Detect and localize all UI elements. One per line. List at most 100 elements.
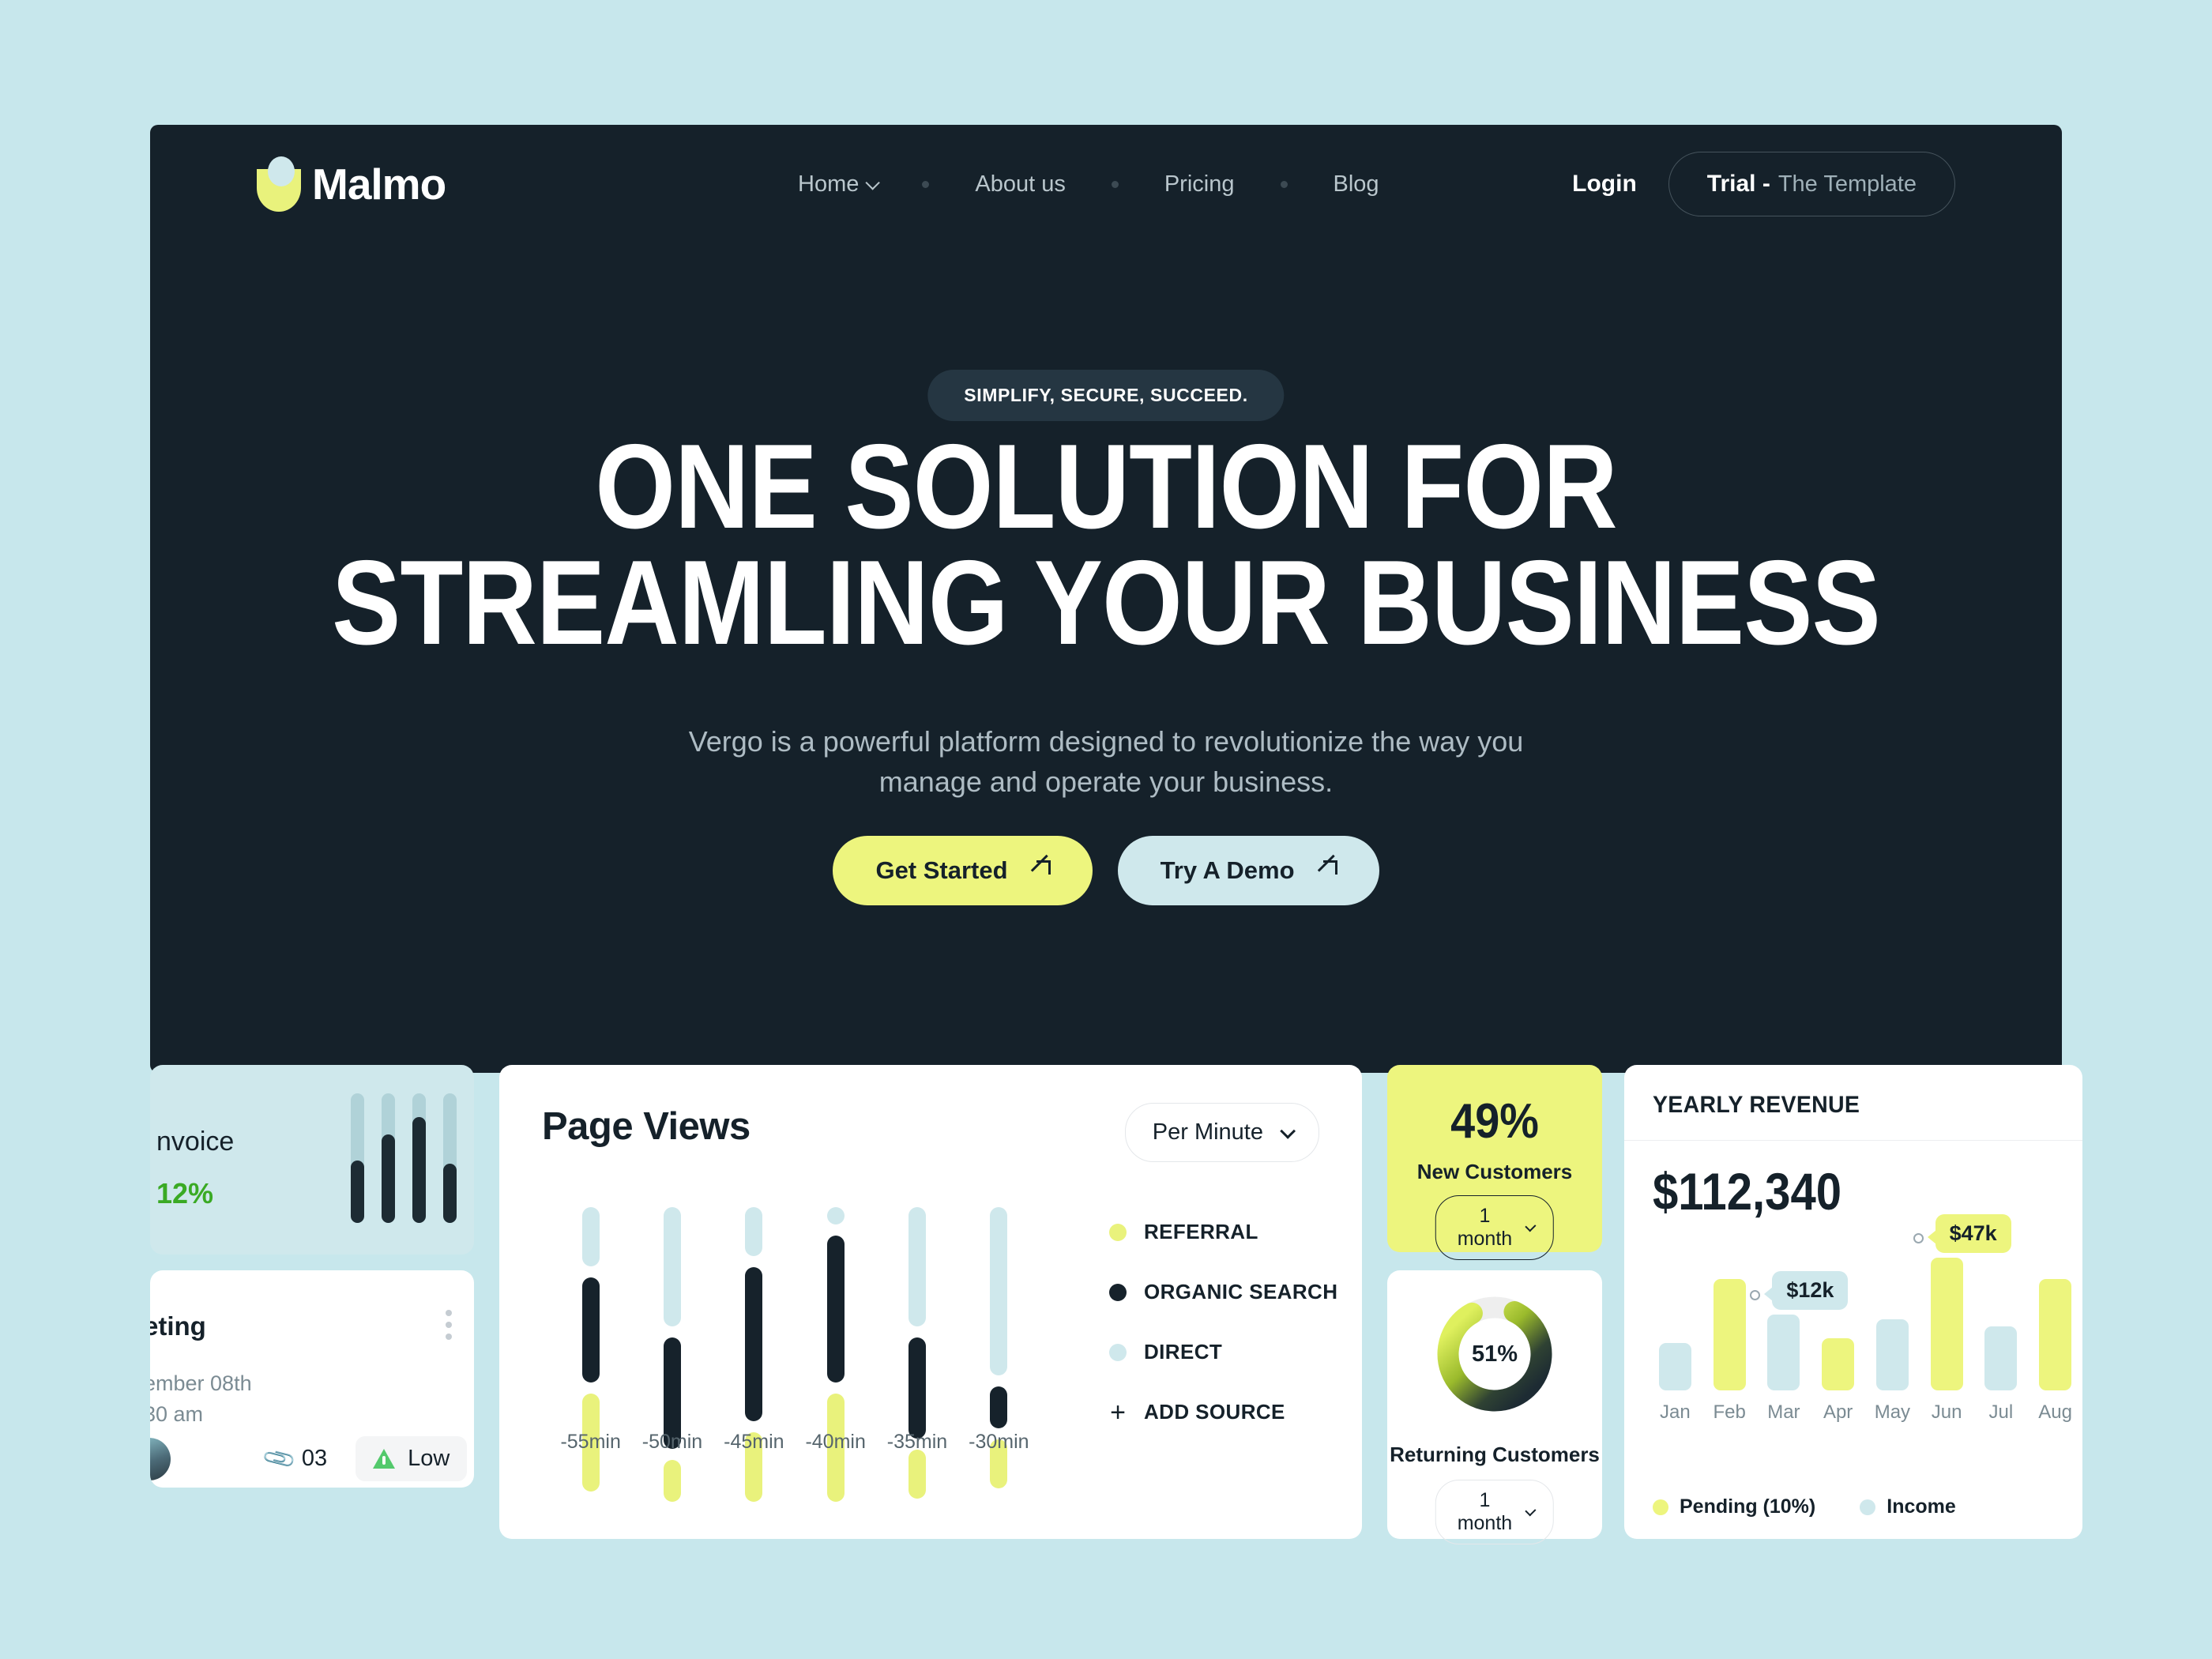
nav-item-blog[interactable]: Blog — [1310, 171, 1403, 198]
priority-badge: Low — [356, 1436, 468, 1481]
page-views-bar-segment — [581, 1277, 600, 1383]
yearly-revenue-x-label: Jan — [1660, 1401, 1691, 1423]
invoice-card-title: nvoice — [156, 1127, 235, 1157]
attachment-count: 📎 03 — [261, 1441, 327, 1477]
invoice-bar-track — [443, 1093, 457, 1223]
returning-customers-label: Returning Customers — [1390, 1443, 1600, 1466]
nav-separator-dot — [922, 180, 930, 188]
tooltip-pointer — [1764, 1287, 1774, 1301]
legend-item-direct[interactable]: DIRECT — [1109, 1340, 1337, 1364]
yearly-revenue-x-label: Feb — [1713, 1401, 1746, 1423]
legend-label-income: Income — [1887, 1495, 1956, 1518]
nav-item-home-label: Home — [798, 171, 860, 197]
yearly-revenue-tooltip: $12k — [1772, 1271, 1849, 1310]
invoice-card[interactable]: nvoice 12% — [150, 1065, 474, 1255]
nav-item-pricing[interactable]: Pricing — [1141, 171, 1258, 198]
returning-customers-period-select[interactable]: 1 month — [1435, 1480, 1555, 1544]
page-views-x-label: -35min — [886, 1431, 948, 1453]
chevron-down-icon — [865, 175, 881, 190]
try-a-demo-button[interactable]: Try A Demo — [1117, 836, 1379, 905]
brand-logo[interactable]: Malmo — [257, 156, 446, 212]
legend-dot-referral — [1109, 1223, 1127, 1241]
legend-item-income[interactable]: Income — [1860, 1495, 1956, 1518]
nav-separator-dot — [1280, 180, 1288, 188]
page-views-bar-column: -35min — [887, 1207, 947, 1499]
page-views-x-label: -40min — [805, 1431, 866, 1453]
page-views-x-label: -50min — [641, 1431, 703, 1453]
yearly-revenue-card: YEARLY REVENUE $112,340 Jan Feb Mar Apr May J… — [1624, 1065, 2082, 1539]
yearly-revenue-bar[interactable] — [1822, 1338, 1855, 1390]
warning-triangle-icon — [373, 1449, 396, 1469]
page-views-bar-segment — [745, 1207, 763, 1256]
navbar: Malmo Home About us Pricing Blog Login T… — [150, 125, 2062, 243]
legend-dot-pending — [1653, 1499, 1668, 1515]
trial-button-strong: Trial - — [1706, 171, 1770, 197]
new-customers-value: 49% — [1450, 1094, 1539, 1149]
nav-right-actions: Login Trial - The Template — [1572, 152, 1955, 216]
yearly-revenue-x-label: Jun — [1931, 1401, 1962, 1423]
add-source-label: ADD SOURCE — [1144, 1400, 1285, 1424]
yearly-revenue-bar[interactable] — [1984, 1326, 2018, 1390]
page-views-x-label: -30min — [969, 1431, 1029, 1453]
page-views-bar-segment — [908, 1207, 926, 1326]
legend-item-organic-search[interactable]: ORGANIC SEARCH — [1109, 1280, 1337, 1304]
yearly-revenue-bar[interactable] — [1713, 1279, 1746, 1390]
yearly-revenue-bar[interactable] — [1930, 1258, 1963, 1390]
yearly-revenue-x-label: Aug — [2038, 1401, 2072, 1423]
yearly-revenue-x-label: Mar — [1767, 1401, 1800, 1423]
legend-dot-organic-search — [1109, 1283, 1127, 1301]
yearly-revenue-bar[interactable] — [1875, 1319, 1909, 1390]
new-customers-card: 49% New Customers 1 month — [1387, 1065, 1602, 1260]
invoice-card-percent: 12% — [156, 1177, 214, 1209]
legend-label-organic-search: ORGANIC SEARCH — [1144, 1280, 1338, 1304]
invoice-bar-track — [382, 1093, 395, 1223]
nav-item-about-us[interactable]: About us — [951, 171, 1089, 198]
nav-item-home[interactable]: Home — [774, 171, 900, 198]
nav-item-about-us-label: About us — [975, 171, 1066, 197]
yearly-revenue-bar[interactable] — [1767, 1315, 1800, 1390]
hero-panel: Malmo Home About us Pricing Blog Login T… — [150, 125, 2062, 1073]
legend-label-direct: DIRECT — [1144, 1340, 1223, 1364]
page-views-legend: REFERRAL ORGANIC SEARCH DIRECT + ADD SOU… — [1109, 1220, 1337, 1426]
page-views-bar-segment — [664, 1460, 681, 1503]
meeting-card-footer: 📎 03 Low — [150, 1436, 474, 1481]
yearly-revenue-x-label: Apr — [1823, 1401, 1853, 1423]
yearly-revenue-bar[interactable] — [1658, 1343, 1691, 1390]
page-views-title: Page Views — [542, 1105, 750, 1148]
new-customers-period-value: 1 month — [1457, 1205, 1513, 1250]
legend-item-pending[interactable]: Pending (10%) — [1653, 1495, 1815, 1518]
yearly-revenue-header: YEARLY REVENUE — [1624, 1065, 2082, 1141]
new-customers-period-select[interactable]: 1 month — [1435, 1195, 1555, 1260]
legend-label-referral: REFERRAL — [1144, 1220, 1258, 1243]
page-views-bar-segment — [908, 1337, 926, 1439]
priority-badge-label: Low — [408, 1446, 450, 1471]
page-views-interval-select[interactable]: Per Minute — [1124, 1103, 1319, 1162]
meeting-card-title: eting — [150, 1311, 206, 1341]
page-views-bar-column: -40min — [805, 1207, 866, 1503]
page-views-bar-segment — [826, 1207, 845, 1225]
returning-customers-donut: 51% — [1435, 1294, 1555, 1414]
get-started-button[interactable]: Get Started — [833, 836, 1093, 905]
add-source-button[interactable]: + ADD SOURCE — [1109, 1399, 1337, 1426]
yearly-revenue-legend: Pending (10%) Income — [1653, 1495, 1956, 1518]
meeting-card[interactable]: eting ember 08th 30 am 📎 03 Low — [150, 1270, 474, 1488]
arrow-up-right-icon — [1030, 860, 1051, 881]
trial-button[interactable]: Trial - The Template — [1668, 152, 1955, 216]
legend-item-referral[interactable]: REFERRAL — [1109, 1220, 1337, 1244]
login-link[interactable]: Login — [1572, 171, 1637, 198]
yearly-revenue-x-label: May — [1874, 1401, 1911, 1423]
legend-dot-income — [1860, 1499, 1876, 1515]
legend-label-pending: Pending (10%) — [1680, 1495, 1816, 1518]
page-views-bar-segment — [664, 1207, 681, 1326]
legend-dot-direct — [1109, 1343, 1127, 1361]
page-views-bar-segment — [990, 1386, 1008, 1428]
page-views-bar-column: -30min — [969, 1207, 1029, 1488]
new-customers-label: New Customers — [1416, 1160, 1573, 1183]
yearly-revenue-bar[interactable] — [2039, 1279, 2072, 1390]
brand-name: Malmo — [312, 160, 446, 209]
more-options-icon[interactable] — [446, 1310, 452, 1340]
page-views-chart: -55min -50min -45min -40min -35min -30min — [550, 1207, 1040, 1503]
returning-customers-value: 51% — [1471, 1341, 1518, 1367]
invoice-bar-track — [412, 1093, 426, 1223]
nav-item-blog-label: Blog — [1333, 171, 1379, 197]
